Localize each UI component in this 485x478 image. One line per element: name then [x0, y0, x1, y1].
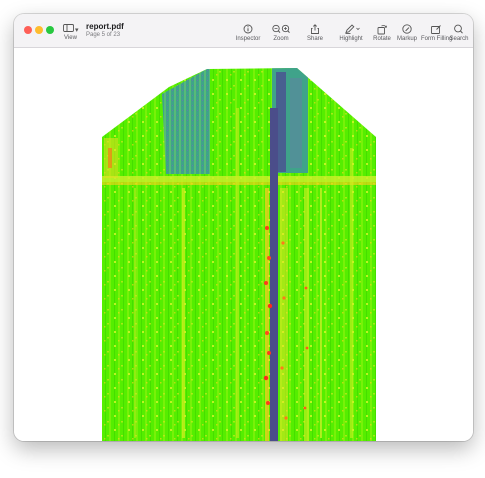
document-title: report.pdf [86, 22, 124, 31]
view-menu-button[interactable]: ▾ View [62, 21, 84, 45]
rotate-button[interactable]: Rotate [370, 24, 394, 46]
markup-icon [402, 24, 412, 34]
search-button[interactable]: Search [448, 24, 470, 46]
inspector-button[interactable]: Inspector [234, 24, 262, 46]
form-filling-button[interactable]: Form Filling [421, 24, 453, 46]
minimize-button[interactable] [35, 26, 43, 34]
share-button[interactable]: Share [304, 24, 326, 46]
document-viewport[interactable] [14, 48, 473, 441]
form-filling-label: Form Filling [421, 36, 453, 42]
form-filling-icon [431, 25, 441, 34]
info-icon [243, 24, 253, 34]
rotate-label: Rotate [373, 36, 391, 42]
zoom-window-button[interactable] [46, 26, 54, 34]
close-button[interactable] [24, 26, 32, 34]
zoom-icon [272, 24, 290, 33]
sidebar-icon [63, 24, 74, 32]
highlight-button[interactable]: Highlight [337, 24, 365, 46]
inspector-label: Inspector [235, 36, 261, 42]
zoom-label: Zoom [273, 36, 289, 42]
highlight-icon [345, 24, 360, 35]
markup-button[interactable]: Markup [395, 24, 419, 46]
search-label: Search [449, 36, 469, 42]
search-icon [454, 24, 463, 34]
highlight-label: Highlight [339, 36, 363, 42]
window-toolbar: ▾ View report.pdf Page 5 of 23 Inspector [14, 14, 473, 48]
zoom-button[interactable]: Zoom [269, 24, 293, 46]
ndvi-field-map [102, 68, 376, 441]
markup-label: Markup [396, 36, 417, 42]
share-label: Share [306, 36, 323, 42]
view-label: View [64, 35, 77, 41]
chevron-down-icon: ▾ [75, 27, 79, 34]
share-icon [311, 24, 319, 34]
rotate-icon [377, 25, 387, 35]
page-indicator: Page 5 of 23 [86, 32, 121, 38]
preview-window: ▾ View report.pdf Page 5 of 23 Inspector [14, 14, 473, 441]
